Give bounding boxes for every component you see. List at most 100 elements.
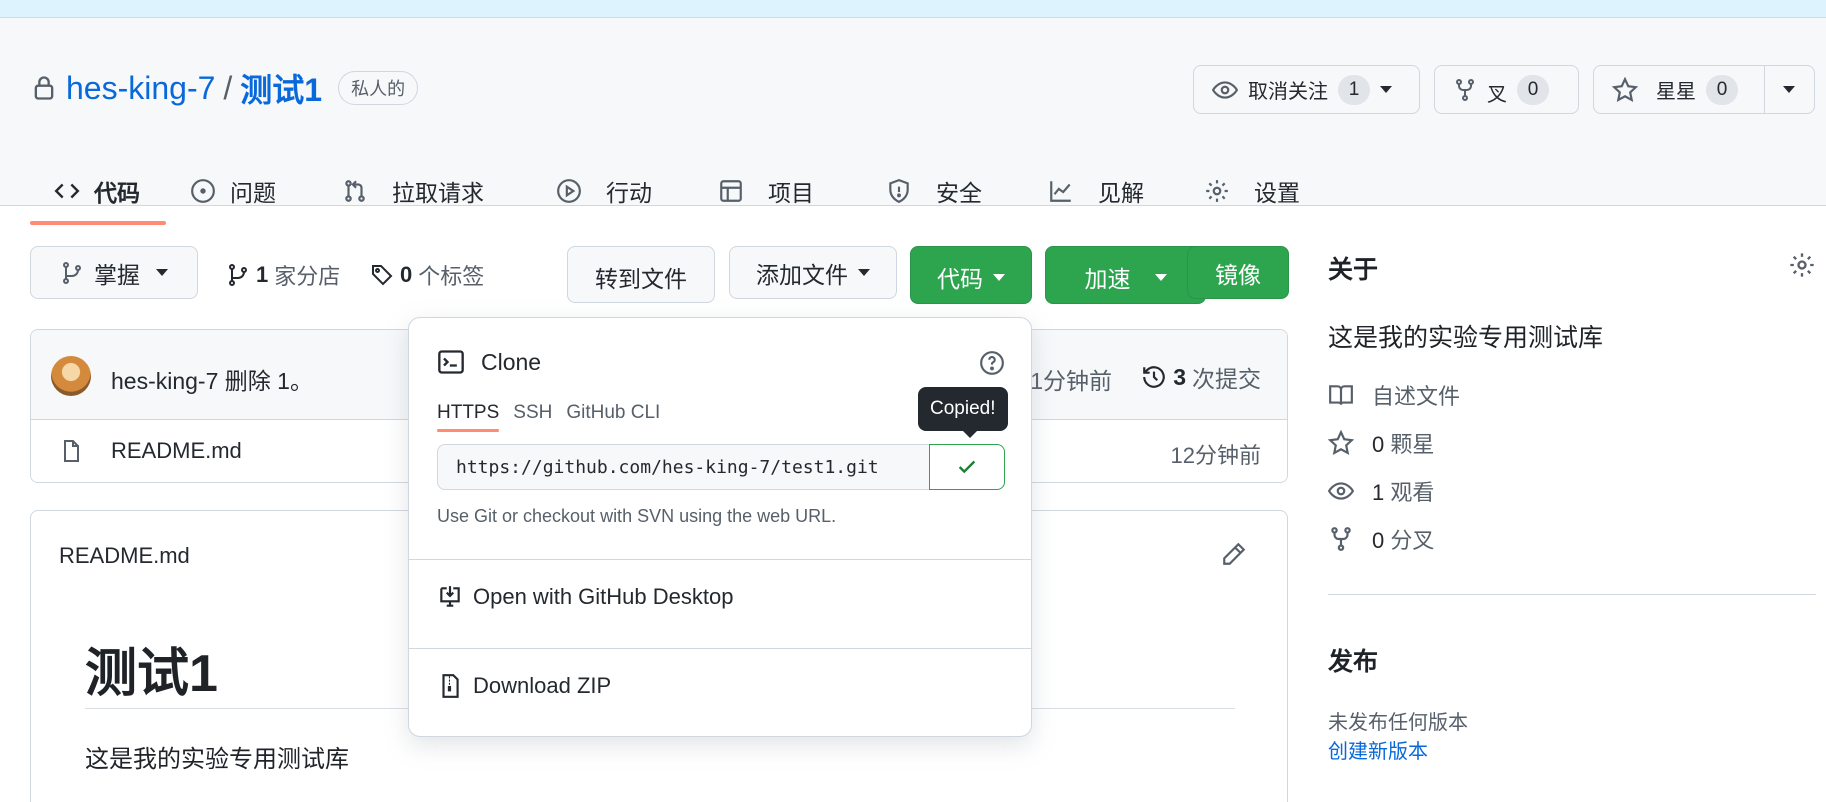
open-desktop-label: Open with GitHub Desktop xyxy=(473,584,734,609)
chevron-down-icon xyxy=(1154,273,1167,281)
clone-popover: Clone HTTPS SSH GitHub CLI Use Git or ch… xyxy=(408,317,1032,737)
tag-icon xyxy=(372,265,393,286)
tags-link[interactable]: 0 个标签 xyxy=(370,260,484,290)
branches-link[interactable]: 1 家分店 xyxy=(226,260,340,290)
star-icon xyxy=(1328,430,1354,456)
branches-count: 1 xyxy=(256,262,269,287)
clone-title: Clone xyxy=(481,348,542,375)
repo-title: hes-king-7 / 测试1 私人的 xyxy=(30,65,419,111)
tab-label: 项目 xyxy=(768,180,814,206)
tab-settings[interactable]: 设置 xyxy=(1170,158,1326,224)
watchers-count: 1 xyxy=(1372,480,1385,505)
fork-icon xyxy=(1456,78,1474,101)
about-title: 关于 xyxy=(1328,256,1379,284)
watch-button[interactable]: 取消关注 1 xyxy=(1193,65,1420,114)
tab-security[interactable]: 安全 xyxy=(840,158,1008,224)
issue-icon xyxy=(191,179,215,203)
code-icon xyxy=(54,183,80,199)
table-icon xyxy=(720,180,742,202)
pencil-icon[interactable] xyxy=(1221,541,1247,567)
tab-projects[interactable]: 项目 xyxy=(678,158,840,224)
code-button-label: 代码 xyxy=(937,266,983,292)
pull-request-icon xyxy=(345,180,365,202)
commit-time: 1分钟前 xyxy=(1030,368,1112,394)
tags-count: 0 xyxy=(400,262,413,287)
commit-author-link[interactable]: hes-king-7 xyxy=(111,368,218,394)
copied-tooltip: Copied! xyxy=(918,387,1008,438)
download-zip-label: Download ZIP xyxy=(473,673,612,698)
download-zip-button[interactable]: Download ZIP xyxy=(437,673,611,699)
file-icon xyxy=(64,440,79,462)
speedup-button-label: 加速 xyxy=(1084,266,1131,292)
watch-count: 1 xyxy=(1338,74,1370,105)
tab-code[interactable]: 代码 xyxy=(30,158,166,225)
tab-actions[interactable]: 行动 xyxy=(510,158,678,224)
add-file-label: 添加文件 xyxy=(756,261,848,288)
watchers-label: 观看 xyxy=(1390,480,1435,505)
shield-icon xyxy=(889,179,909,204)
repo-owner-link[interactable]: hes-king-7 xyxy=(66,70,215,107)
tab-pull-requests[interactable]: 拉取请求 xyxy=(302,158,510,224)
history-icon xyxy=(1143,366,1166,388)
commits-link[interactable]: 3 次提交 xyxy=(1141,360,1261,394)
mirror-button-label: 镜像 xyxy=(1215,261,1261,288)
chevron-down-icon xyxy=(156,269,168,276)
visibility-badge: 私人的 xyxy=(338,71,419,105)
commits-label: 次提交 xyxy=(1192,366,1261,392)
forks-link[interactable]: 0 分叉 xyxy=(1328,524,1434,554)
file-zip-icon xyxy=(442,674,459,698)
fork-button[interactable]: 叉 0 xyxy=(1434,65,1579,114)
speedup-dropdown-button[interactable]: 加速 xyxy=(1045,246,1206,304)
readme-link[interactable]: 自述文件 xyxy=(1328,380,1460,410)
commit-message[interactable]: 删除 1。 xyxy=(225,368,313,394)
stars-label: 颗星 xyxy=(1390,432,1435,457)
tags-label: 个标签 xyxy=(418,264,485,289)
open-desktop-button[interactable]: Open with GitHub Desktop xyxy=(437,584,733,610)
play-icon xyxy=(557,179,581,203)
code-dropdown-button[interactable]: 代码 xyxy=(910,246,1032,304)
branch-name: 掌握 xyxy=(94,261,140,288)
chevron-down-icon xyxy=(1380,86,1392,93)
stars-link[interactable]: 0 颗星 xyxy=(1328,428,1434,458)
file-name-link[interactable]: README.md xyxy=(111,438,242,464)
commit-summary: hes-king-7 删除 1。 xyxy=(111,362,313,396)
releases-title[interactable]: 发布 xyxy=(1328,642,1378,678)
branch-select-button[interactable]: 掌握 xyxy=(30,246,198,299)
question-icon[interactable] xyxy=(979,350,1005,376)
clone-protocol-tabs: HTTPS SSH GitHub CLI xyxy=(437,402,660,432)
add-file-button[interactable]: 添加文件 xyxy=(729,246,897,299)
fork-count: 0 xyxy=(1517,74,1549,105)
copy-url-button[interactable] xyxy=(929,444,1005,490)
about-description: 这是我的实验专用测试库 xyxy=(1328,324,1604,352)
watch-label: 取消关注 xyxy=(1248,81,1328,103)
clone-hint: Use Git or checkout with SVN using the w… xyxy=(437,506,837,526)
eye-icon xyxy=(1212,80,1238,99)
goto-file-button[interactable]: 转到文件 xyxy=(567,246,715,303)
avatar[interactable] xyxy=(51,356,91,396)
star-dropdown-button[interactable] xyxy=(1765,66,1813,113)
check-icon xyxy=(958,460,976,474)
star-label: 星星 xyxy=(1656,81,1696,103)
fork-icon xyxy=(1331,527,1351,551)
create-release-link[interactable]: 创建新版本 xyxy=(1328,735,1428,764)
desktop-download-icon xyxy=(440,586,460,607)
star-button[interactable]: 星星 0 xyxy=(1594,66,1764,113)
mirror-button[interactable]: 镜像 xyxy=(1187,246,1289,299)
branch-icon xyxy=(63,261,81,284)
tab-ssh[interactable]: SSH xyxy=(513,402,552,432)
readme-link-label: 自述文件 xyxy=(1372,384,1461,409)
clone-url-input[interactable] xyxy=(437,444,929,490)
tab-github-cli[interactable]: GitHub CLI xyxy=(566,402,660,432)
repo-path-separator: / xyxy=(223,69,233,106)
book-icon xyxy=(1329,385,1353,405)
tab-insights[interactable]: 见解 xyxy=(1008,158,1170,224)
gear-icon[interactable] xyxy=(1788,251,1816,279)
watchers-link[interactable]: 1 观看 xyxy=(1328,476,1434,506)
tab-https[interactable]: HTTPS xyxy=(437,402,500,432)
star-button-group: 星星 0 xyxy=(1593,65,1815,114)
clone-url-group xyxy=(437,444,1005,490)
chevron-down-icon xyxy=(1783,86,1795,93)
tab-issues[interactable]: 问题 xyxy=(166,158,302,224)
readme-heading: 测试1 xyxy=(85,645,218,703)
repo-name-link[interactable]: 测试1 xyxy=(240,65,322,111)
